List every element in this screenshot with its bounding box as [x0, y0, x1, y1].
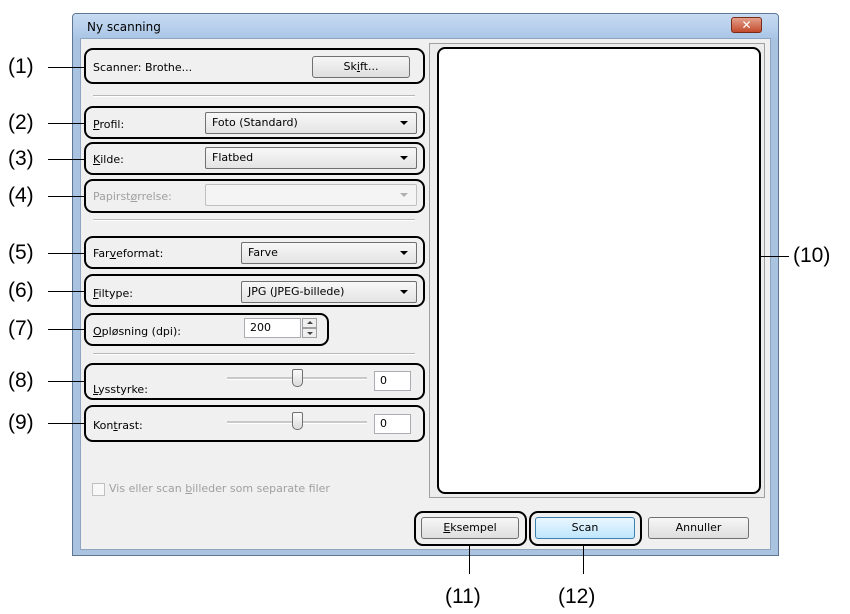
callout-4: (4) [8, 184, 34, 207]
callout-2: (2) [8, 111, 34, 134]
callout-box-5 [84, 236, 425, 269]
leader-line [761, 256, 789, 257]
leader-line [48, 253, 84, 254]
leader-line [48, 423, 84, 424]
preview-area [437, 47, 761, 494]
separator [93, 95, 415, 97]
leader-line [48, 381, 84, 382]
callout-box-4 [84, 179, 425, 213]
leader-line [48, 196, 84, 197]
callout-box-2 [84, 106, 425, 139]
leader-line [48, 67, 84, 68]
callout-5: (5) [8, 241, 34, 264]
leader-line [583, 546, 584, 574]
callout-box-11 [414, 511, 527, 546]
close-icon[interactable]: ✕ [731, 17, 762, 33]
leader-line [48, 159, 84, 160]
separate-files-label: Vis eller scan billeder som separate fil… [109, 482, 330, 495]
callout-box-9 [84, 405, 425, 442]
separate-files-checkbox[interactable] [92, 483, 105, 496]
callout-box-3 [84, 142, 425, 175]
callout-7: (7) [8, 317, 34, 340]
callout-box-6 [84, 274, 425, 307]
callout-11: (11) [445, 585, 481, 608]
callout-1: (1) [8, 55, 34, 78]
leader-line [469, 546, 470, 574]
cancel-button[interactable]: Annuller [648, 517, 749, 539]
callout-10: (10) [793, 244, 831, 267]
callout-12: (12) [558, 585, 596, 608]
separator [93, 219, 415, 221]
leader-line [48, 329, 84, 330]
separator [93, 353, 415, 355]
leader-line [48, 123, 84, 124]
callout-box-8 [84, 363, 425, 400]
callout-6: (6) [8, 279, 34, 302]
window-title: Ny scanning [87, 20, 161, 34]
callout-8: (8) [8, 369, 34, 392]
callout-box-12 [529, 511, 642, 546]
callout-box-7 [84, 313, 329, 346]
leader-line [48, 291, 84, 292]
callout-9: (9) [8, 411, 34, 434]
title-bar: Ny scanning ✕ [73, 14, 778, 38]
callout-3: (3) [8, 147, 34, 170]
callout-box-1 [84, 48, 425, 84]
